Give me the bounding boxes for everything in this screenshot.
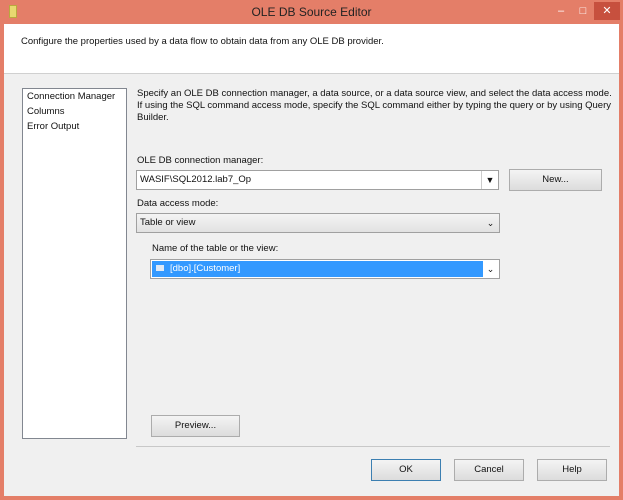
table-icon: [156, 265, 164, 271]
access-mode-select[interactable]: Table or view ⌄: [136, 213, 500, 233]
chevron-down-icon: ⌄: [486, 218, 495, 228]
connection-manager-combo[interactable]: WASIF\SQL2012.lab7_Op ▼: [136, 170, 499, 190]
nav-item-connection-manager[interactable]: Connection Manager: [23, 89, 126, 104]
nav-item-columns[interactable]: Columns: [23, 104, 126, 119]
footer-divider: [136, 446, 610, 447]
maximize-button[interactable]: □: [572, 2, 594, 20]
minimize-button[interactable]: –: [550, 2, 572, 20]
new-connection-button[interactable]: New...: [509, 169, 602, 191]
header-description: Configure the properties used by a data …: [21, 36, 384, 47]
dialog-window: OLE DB Source Editor – □ ✕ Configure the…: [0, 0, 623, 500]
header-panel: Configure the properties used by a data …: [4, 24, 619, 74]
chevron-down-icon: ⌄: [486, 264, 495, 274]
table-name-select[interactable]: [dbo].[Customer] ⌄: [150, 259, 500, 279]
access-mode-label: Data access mode:: [137, 198, 219, 209]
table-name-label: Name of the table or the view:: [152, 243, 279, 254]
instructions-text: Specify an OLE DB connection manager, a …: [137, 88, 612, 123]
title-bar: OLE DB Source Editor – □ ✕: [0, 0, 623, 24]
connection-manager-label: OLE DB connection manager:: [137, 155, 264, 166]
dialog-client: Configure the properties used by a data …: [4, 24, 619, 496]
preview-button[interactable]: Preview...: [151, 415, 240, 437]
nav-item-error-output[interactable]: Error Output: [23, 119, 126, 134]
cancel-button[interactable]: Cancel: [454, 459, 524, 481]
ok-button[interactable]: OK: [371, 459, 441, 481]
table-name-selected: [dbo].[Customer]: [152, 261, 483, 277]
table-name-value: [dbo].[Customer]: [170, 263, 241, 274]
help-button[interactable]: Help: [537, 459, 607, 481]
dropdown-arrow-icon[interactable]: ▼: [481, 171, 498, 189]
window-title: OLE DB Source Editor: [251, 5, 372, 19]
close-button[interactable]: ✕: [594, 2, 620, 20]
page-list[interactable]: Connection Manager Columns Error Output: [22, 88, 127, 439]
access-mode-value: Table or view: [140, 217, 196, 228]
connection-manager-value: WASIF\SQL2012.lab7_Op: [140, 174, 252, 185]
